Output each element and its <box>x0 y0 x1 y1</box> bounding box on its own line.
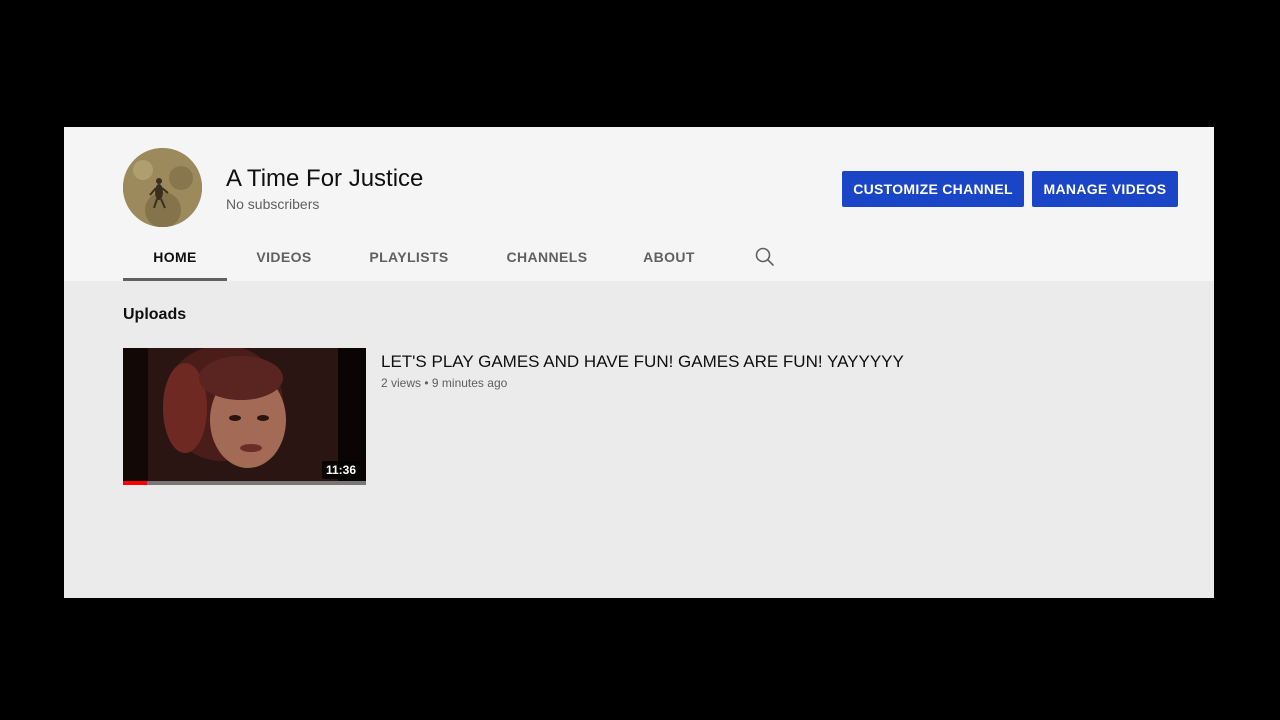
manage-videos-button[interactable]: MANAGE VIDEOS <box>1032 171 1178 207</box>
meta-separator: • <box>424 376 429 390</box>
uploads-section-title[interactable]: Uploads <box>123 306 186 324</box>
video-title[interactable]: LET'S PLAY GAMES AND HAVE FUN! GAMES ARE… <box>381 352 904 372</box>
watch-progress-bar <box>123 481 366 485</box>
channel-header: A Time For Justice No subscribers CUSTOM… <box>64 127 1214 281</box>
video-views: 2 views <box>381 376 422 390</box>
video-duration: 11:36 <box>321 461 360 479</box>
video-thumbnail[interactable]: 11:36 <box>123 348 366 485</box>
avatar-image <box>123 148 202 227</box>
tab-playlists[interactable]: PLAYLISTS <box>353 235 465 281</box>
video-meta: 2 views • 9 minutes ago <box>381 376 507 390</box>
channel-name: A Time For Justice <box>226 165 424 192</box>
video-item[interactable]: 11:36 LET'S PLAY GAMES AND HAVE FUN! GAM… <box>123 348 1023 486</box>
video-age: 9 minutes ago <box>431 376 508 390</box>
channel-page: A Time For Justice No subscribers CUSTOM… <box>64 127 1214 598</box>
tab-about[interactable]: ABOUT <box>629 235 709 281</box>
search-icon[interactable] <box>753 245 777 269</box>
tab-channels[interactable]: CHANNELS <box>493 235 601 281</box>
subscriber-count: No subscribers <box>226 196 320 212</box>
customize-channel-button[interactable]: CUSTOMIZE CHANNEL <box>842 171 1024 207</box>
tab-videos[interactable]: VIDEOS <box>239 235 329 281</box>
tab-home[interactable]: HOME <box>123 235 227 281</box>
channel-avatar[interactable] <box>123 148 202 227</box>
watch-progress-fill <box>123 481 148 485</box>
